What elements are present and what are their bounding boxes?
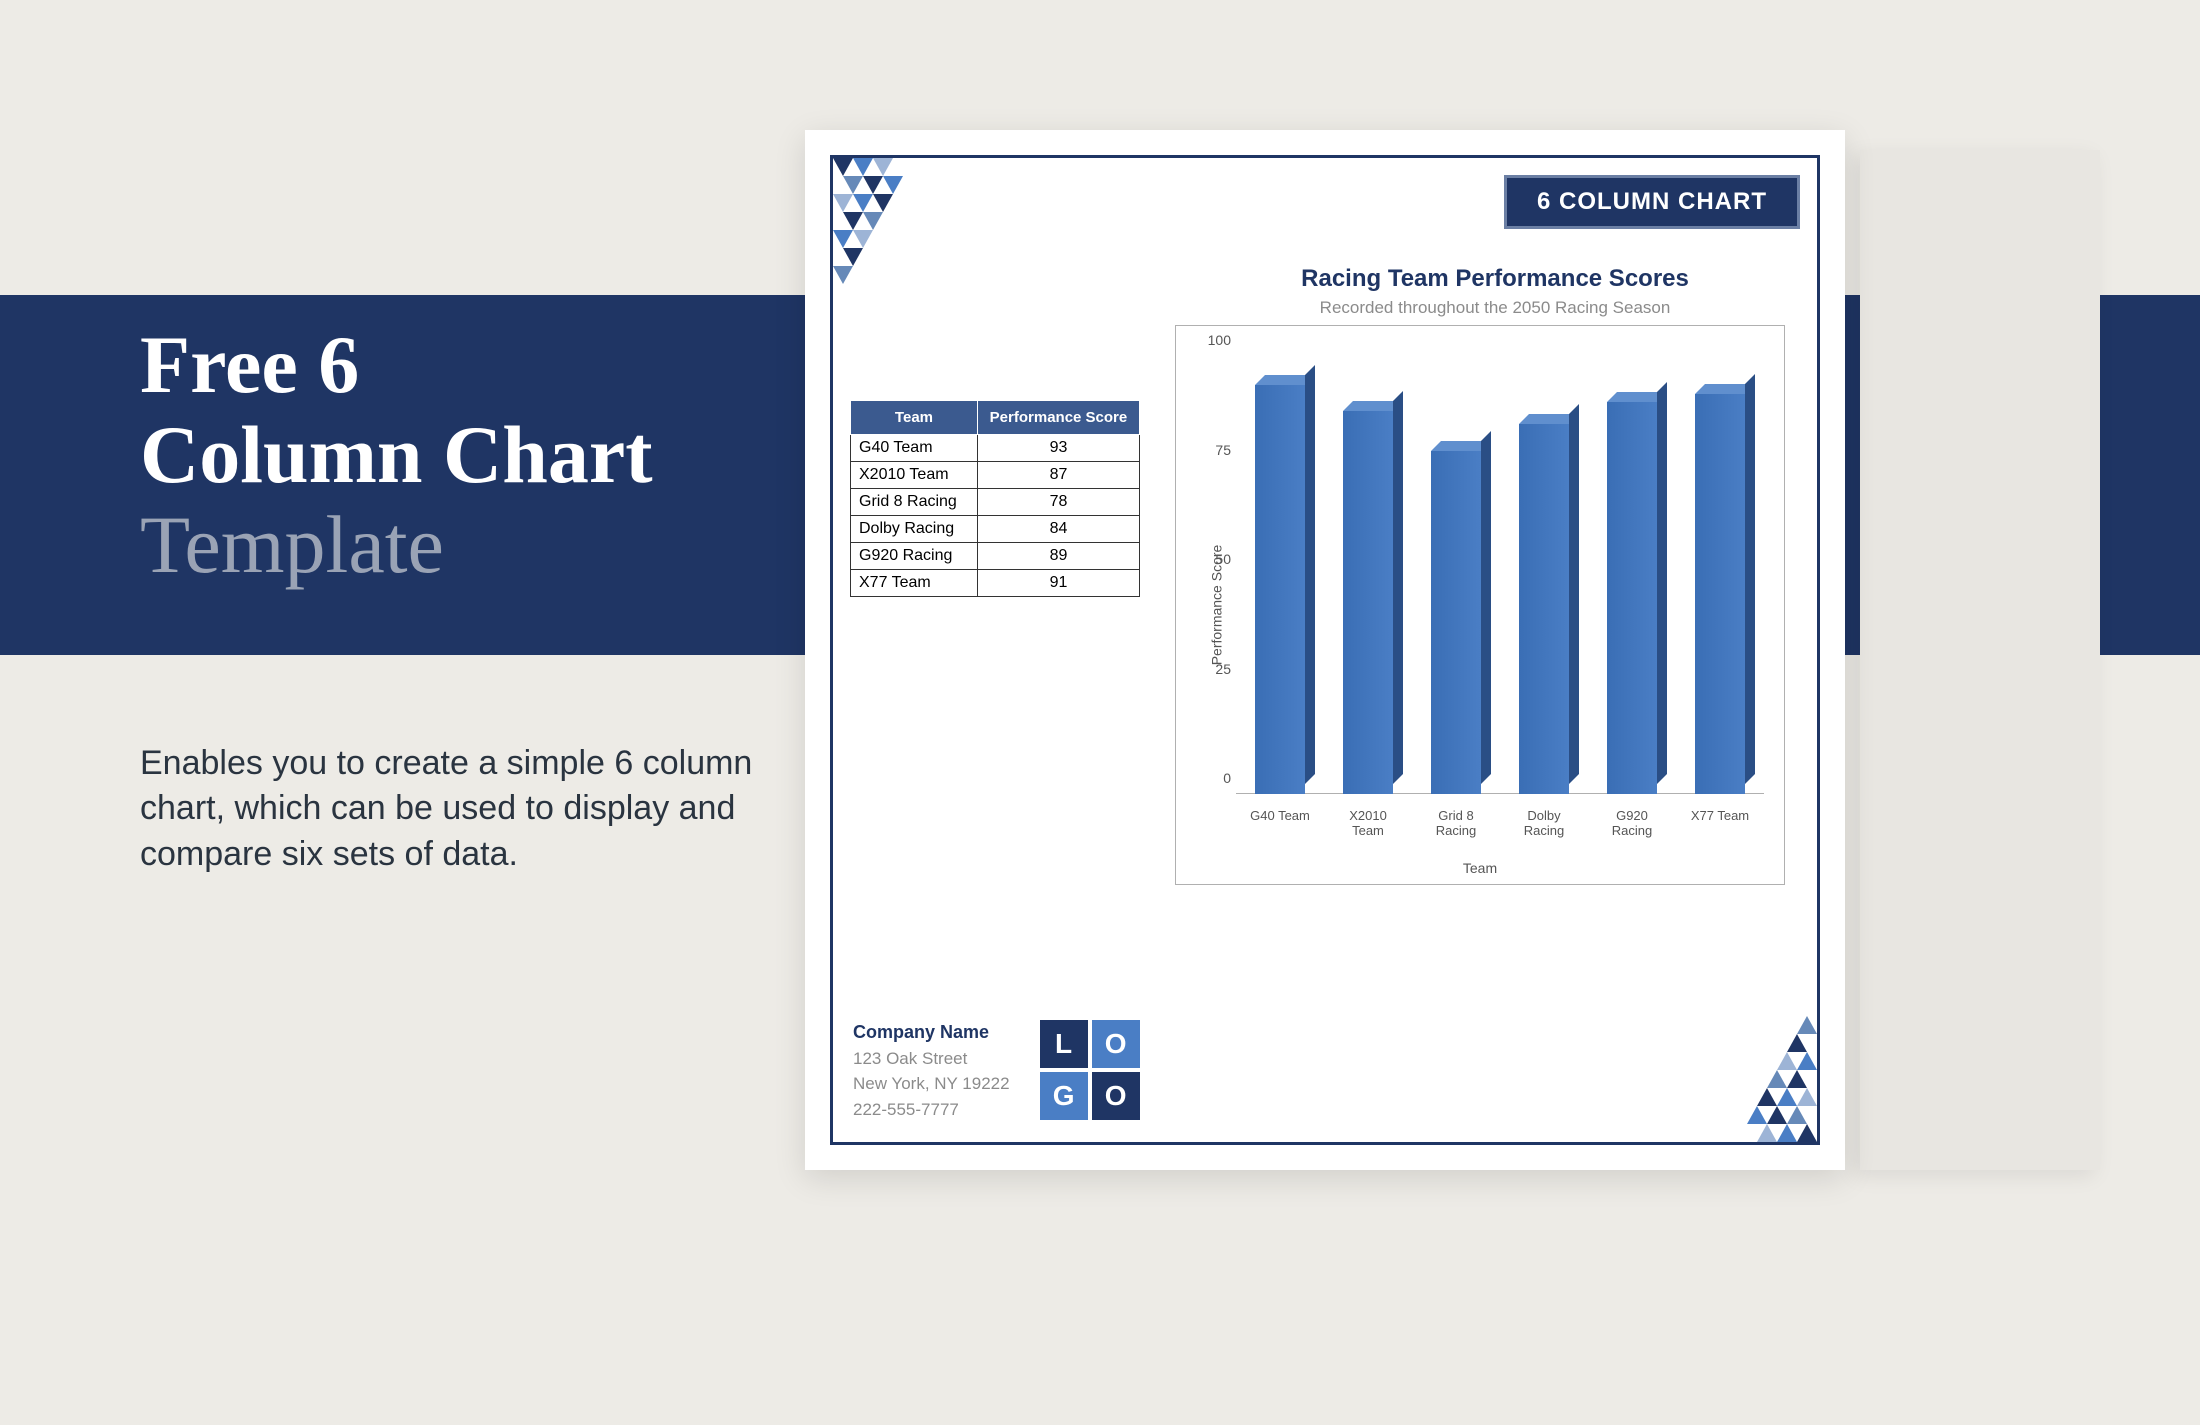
title-line-3: Template xyxy=(140,500,780,590)
table-cell-team: Grid 8 Racing xyxy=(851,489,978,516)
chart-title: Racing Team Performance Scores xyxy=(1205,265,1785,293)
y-tick: 50 xyxy=(1196,551,1231,567)
category-label: X2010 Team xyxy=(1333,808,1403,839)
chart-area: Performance Score Team 0255075100 G40 Te… xyxy=(1175,325,1785,885)
company-address-1: 123 Oak Street xyxy=(853,1046,1010,1072)
category-label: G920 Racing xyxy=(1597,808,1667,839)
category-label: Grid 8 Racing xyxy=(1421,808,1491,839)
company-info-block: Company Name 123 Oak Street New York, NY… xyxy=(853,1019,1010,1123)
y-tick: 100 xyxy=(1196,332,1231,348)
description-text: Enables you to create a simple 6 column … xyxy=(140,741,780,879)
x-axis-label: Team xyxy=(1176,860,1784,876)
company-phone: 222-555-7777 xyxy=(853,1097,1010,1123)
logo-cell-2: O xyxy=(1092,1020,1140,1068)
table-cell-score: 84 xyxy=(977,516,1139,543)
left-panel: Free 6 Column Chart Template Enables you… xyxy=(140,320,780,878)
y-tick: 75 xyxy=(1196,442,1231,458)
document-footer: Company Name 123 Oak Street New York, NY… xyxy=(853,1019,1140,1123)
title-line-2: Column Chart xyxy=(140,410,780,500)
category-labels: G40 Team X2010 Team Grid 8 Racing Dolby Rac… xyxy=(1236,808,1764,839)
logo-cell-1: L xyxy=(1040,1020,1088,1068)
company-address-2: New York, NY 19222 xyxy=(853,1071,1010,1097)
chart-badge: 6 COLUMN CHART xyxy=(1504,175,1800,229)
table-cell-score: 93 xyxy=(977,435,1139,462)
table-row: X2010 Team87 xyxy=(851,462,1140,489)
category-label: Dolby Racing xyxy=(1509,808,1579,839)
y-tick: 25 xyxy=(1196,661,1231,677)
table-cell-team: X2010 Team xyxy=(851,462,978,489)
plot-region: 0255075100 xyxy=(1236,356,1764,794)
chart-subtitle: Recorded throughout the 2050 Racing Seas… xyxy=(1205,298,1785,318)
bar xyxy=(1338,411,1398,794)
table-header-score: Performance Score xyxy=(977,401,1139,435)
y-tick: 0 xyxy=(1196,770,1231,786)
document-card: 6 COLUMN CHART Racing Team Performance S… xyxy=(805,130,1845,1170)
table-row: Grid 8 Racing78 xyxy=(851,489,1140,516)
bar xyxy=(1426,451,1486,794)
data-table: Team Performance Score G40 Team93X2010 T… xyxy=(850,400,1140,597)
stacked-card-shadow xyxy=(1860,150,2100,1170)
table-cell-score: 78 xyxy=(977,489,1139,516)
table-cell-score: 89 xyxy=(977,543,1139,570)
bar xyxy=(1514,424,1574,794)
table-row: G920 Racing89 xyxy=(851,543,1140,570)
table-row: Dolby Racing84 xyxy=(851,516,1140,543)
table-cell-team: G40 Team xyxy=(851,435,978,462)
bar xyxy=(1250,385,1310,794)
table-cell-score: 91 xyxy=(977,570,1139,597)
table-header-team: Team xyxy=(851,401,978,435)
title-line-1: Free 6 xyxy=(140,320,780,410)
table-row: G40 Team93 xyxy=(851,435,1140,462)
category-label: G40 Team xyxy=(1245,808,1315,839)
bar xyxy=(1602,402,1662,794)
bar-group xyxy=(1236,356,1764,794)
category-label: X77 Team xyxy=(1685,808,1755,839)
logo-cell-3: G xyxy=(1040,1072,1088,1120)
company-name: Company Name xyxy=(853,1019,1010,1046)
table-cell-team: G920 Racing xyxy=(851,543,978,570)
table-cell-score: 87 xyxy=(977,462,1139,489)
table-row: X77 Team91 xyxy=(851,570,1140,597)
table-cell-team: Dolby Racing xyxy=(851,516,978,543)
table-cell-team: X77 Team xyxy=(851,570,978,597)
bar xyxy=(1690,394,1750,794)
logo-cell-4: O xyxy=(1092,1072,1140,1120)
logo-icon: L O G O xyxy=(1040,1020,1140,1120)
